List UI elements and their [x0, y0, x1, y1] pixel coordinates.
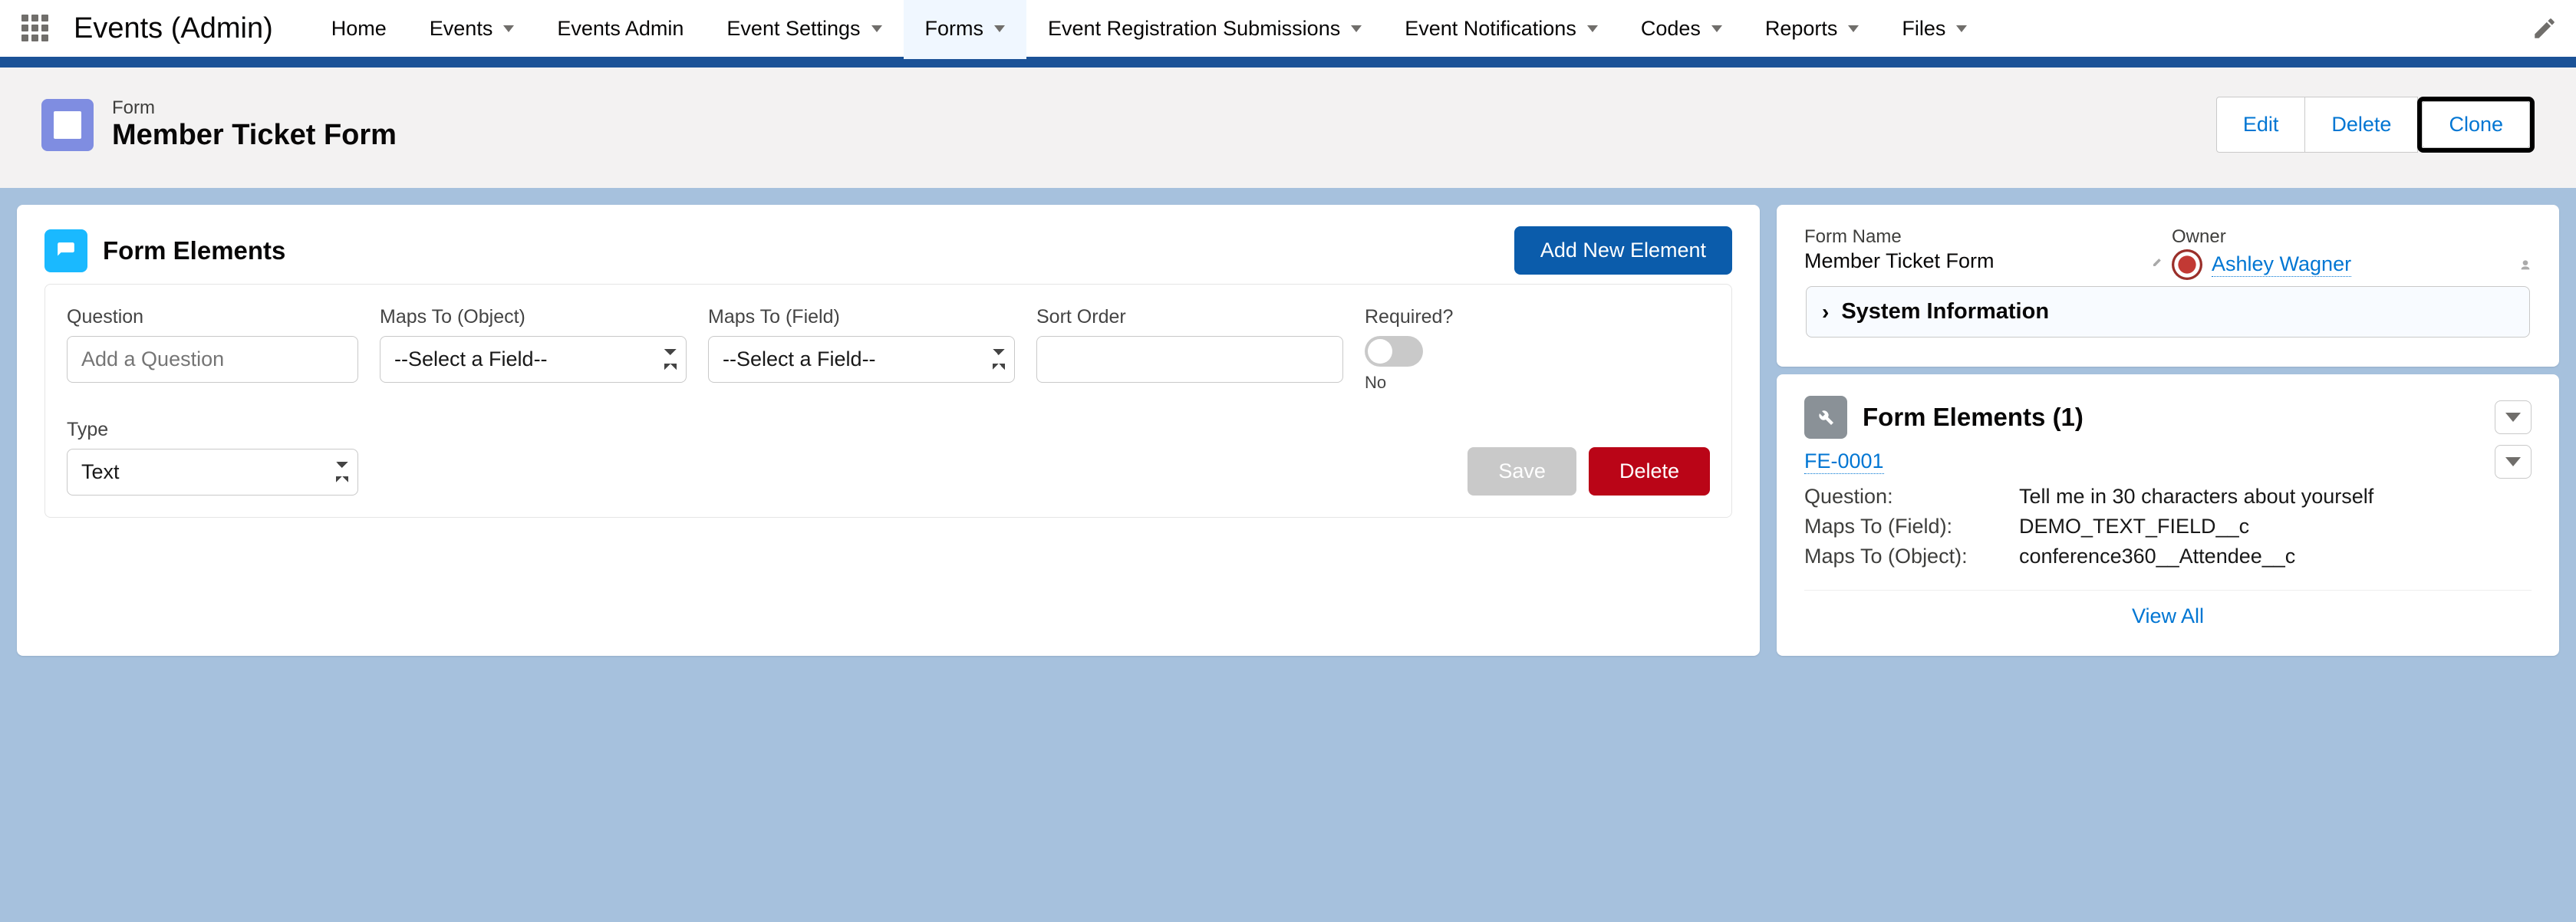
nav-label: Files: [1902, 17, 1945, 41]
system-information-label: System Information: [1841, 299, 2049, 324]
page-band: Form Member Ticket Form Edit Delete Clon…: [0, 61, 2576, 188]
nav-label: Event Settings: [726, 17, 860, 41]
sort-order-input[interactable]: [1036, 336, 1343, 383]
maps-to-field-label: Maps To (Field): [708, 306, 1015, 328]
owner-label: Owner: [2172, 226, 2532, 248]
right-column: Form Name Member Ticket Form Owner Ashle…: [1777, 205, 2559, 656]
global-nav: Events (Admin) Home Events Events Admin …: [0, 0, 2576, 61]
owner-link[interactable]: Ashley Wagner: [2212, 252, 2351, 277]
nav-tab-files[interactable]: Files: [1880, 0, 1988, 59]
nav-tab-event-notifications[interactable]: Event Notifications: [1383, 0, 1619, 59]
related-form-elements-card: Form Elements (1) FE-0001 Question:Tell …: [1777, 374, 2559, 656]
add-new-element-button[interactable]: Add New Element: [1514, 226, 1732, 275]
wrench-icon: [1804, 396, 1847, 439]
clone-highlight: Clone: [2417, 97, 2535, 153]
delete-button[interactable]: Delete: [2305, 97, 2418, 153]
nav-label: Forms: [925, 17, 984, 41]
kv-key: Question:: [1804, 485, 2019, 509]
nav-label: Codes: [1641, 17, 1701, 41]
maps-to-object-select[interactable]: --Select a Field--: [380, 336, 687, 383]
related-card-menu[interactable]: [2495, 400, 2532, 434]
nav-tab-events[interactable]: Events: [408, 0, 536, 59]
nav-label: Events Admin: [557, 17, 684, 41]
save-button[interactable]: Save: [1468, 447, 1576, 496]
owner-avatar-icon: [2172, 249, 2202, 280]
delete-element-button[interactable]: Delete: [1589, 447, 1710, 496]
chevron-down-icon[interactable]: [1848, 25, 1859, 32]
required-state: No: [1365, 373, 1710, 393]
nav-tab-reports[interactable]: Reports: [1744, 0, 1881, 59]
chevron-right-icon: ›: [1822, 300, 1829, 324]
app-name: Events (Admin): [74, 12, 273, 45]
edit-button[interactable]: Edit: [2216, 97, 2306, 153]
nav-tabs: Home Events Events Admin Event Settings …: [310, 0, 1989, 59]
system-information-section[interactable]: › System Information: [1806, 286, 2530, 338]
nav-label: Event Registration Submissions: [1048, 17, 1340, 41]
maps-to-object-label: Maps To (Object): [380, 306, 687, 328]
question-input[interactable]: [67, 336, 358, 383]
nav-tab-home[interactable]: Home: [310, 0, 408, 59]
form-name-value: Member Ticket Form: [1804, 249, 2133, 273]
maps-to-field-select[interactable]: --Select a Field--: [708, 336, 1015, 383]
related-item-menu[interactable]: [2495, 445, 2532, 479]
edit-form-name-icon[interactable]: [2133, 249, 2164, 273]
form-name-label: Form Name: [1804, 226, 2164, 248]
form-element-editor: Question Maps To (Object) --Select a Fie…: [44, 284, 1732, 518]
chevron-down-icon[interactable]: [1351, 25, 1362, 32]
nav-label: Home: [331, 17, 387, 41]
related-item-link[interactable]: FE-0001: [1804, 449, 1884, 474]
nav-label: Reports: [1765, 17, 1838, 41]
question-label: Question: [67, 306, 358, 328]
form-object-icon: [41, 99, 94, 151]
chevron-down-icon[interactable]: [871, 25, 882, 32]
view-all-link[interactable]: View All: [1804, 590, 2532, 628]
record-title: Member Ticket Form: [112, 119, 397, 152]
nav-tab-codes[interactable]: Codes: [1619, 0, 1744, 59]
chevron-down-icon[interactable]: [1711, 25, 1722, 32]
nav-tab-event-reg-submissions[interactable]: Event Registration Submissions: [1026, 0, 1383, 59]
content-grid: Form Elements Add New Element Question M…: [0, 188, 2576, 673]
required-label: Required?: [1365, 306, 1710, 328]
header-actions: Edit Delete Clone: [2216, 97, 2535, 153]
sort-order-label: Sort Order: [1036, 306, 1343, 328]
chevron-down-icon[interactable]: [1587, 25, 1598, 32]
form-elements-card: Form Elements Add New Element Question M…: [17, 205, 1760, 656]
nav-label: Events: [430, 17, 493, 41]
chevron-down-icon[interactable]: [994, 25, 1005, 32]
kv-value: DEMO_TEXT_FIELD__c: [2019, 515, 2532, 538]
form-elements-title: Form Elements: [103, 236, 285, 265]
type-label: Type: [67, 419, 358, 441]
kv-value: conference360__Attendee__c: [2019, 545, 2532, 568]
required-toggle[interactable]: [1365, 336, 1423, 367]
nav-tab-event-settings[interactable]: Event Settings: [705, 0, 903, 59]
nav-tab-events-admin[interactable]: Events Admin: [535, 0, 705, 59]
kv-value: Tell me in 30 characters about yourself: [2019, 485, 2532, 509]
clone-button[interactable]: Clone: [2422, 101, 2530, 148]
record-header: Form Member Ticket Form Edit Delete Clon…: [14, 75, 2562, 174]
nav-tab-forms[interactable]: Forms: [904, 0, 1027, 59]
nav-label: Event Notifications: [1405, 17, 1576, 41]
related-title: Form Elements (1): [1863, 403, 2084, 432]
kv-key: Maps To (Object):: [1804, 545, 2019, 568]
detail-card: Form Name Member Ticket Form Owner Ashle…: [1777, 205, 2559, 367]
pencil-icon[interactable]: [2532, 15, 2558, 41]
form-elements-icon: [44, 229, 87, 272]
record-type-label: Form: [112, 97, 397, 119]
type-select[interactable]: Text: [67, 449, 358, 496]
chevron-down-icon[interactable]: [503, 25, 514, 32]
change-owner-icon[interactable]: [2501, 253, 2532, 277]
chevron-down-icon[interactable]: [1956, 25, 1967, 32]
app-launcher-icon[interactable]: [18, 12, 52, 45]
kv-key: Maps To (Field):: [1804, 515, 2019, 538]
